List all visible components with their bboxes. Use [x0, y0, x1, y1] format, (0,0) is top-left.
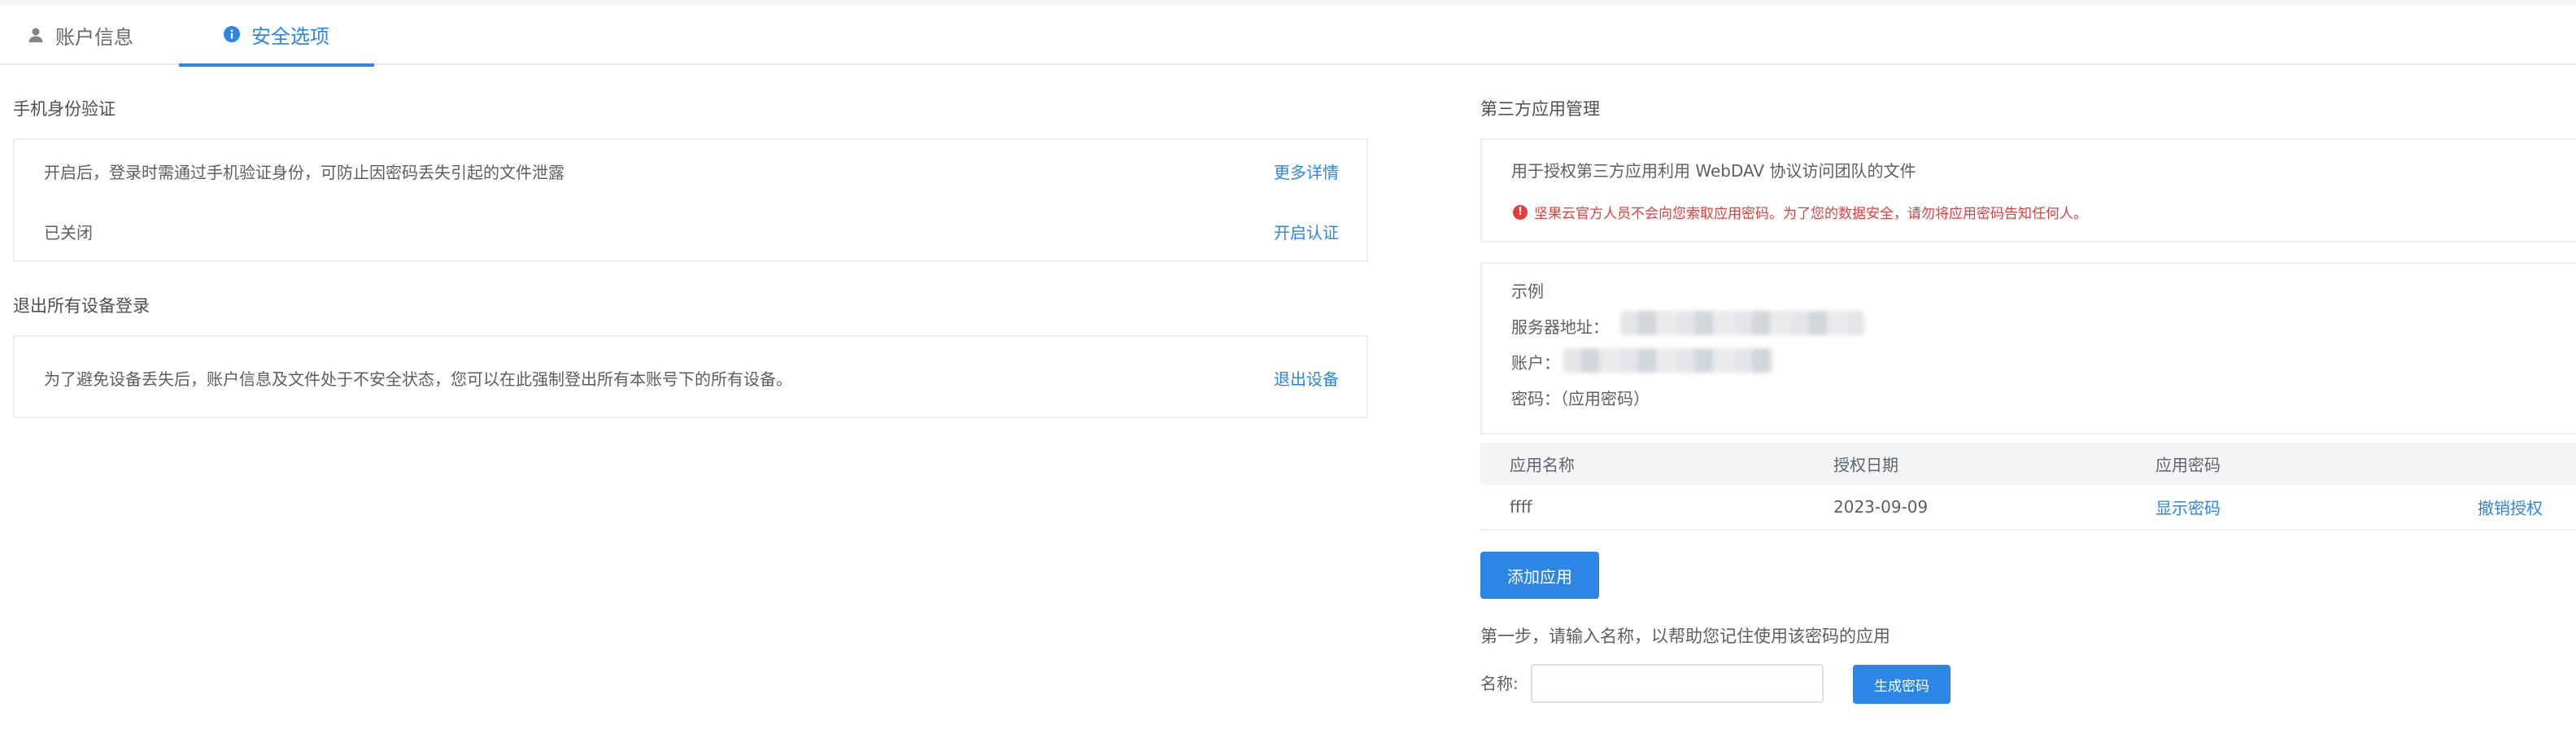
tab-security-label: 安全选项: [251, 24, 329, 48]
third-party-description: 用于授权第三方应用利用 WebDAV 协议访问团队的文件: [1511, 161, 1916, 181]
logout-devices-link[interactable]: 退出设备: [1274, 366, 1339, 390]
logout-all-description: 为了避免设备丢失后，账户信息及文件处于不安全状态，您可以在此强制登出所有本账号下…: [44, 369, 792, 389]
server-address-redacted: [1620, 311, 1864, 335]
logout-all-card: 为了避免设备丢失后，账户信息及文件处于不安全状态，您可以在此强制登出所有本账号下…: [13, 335, 1368, 418]
add-app-button[interactable]: 添加应用: [1480, 552, 1599, 599]
warning-text: 坚果云官方人员不会向您索取应用密码。为了您的数据安全，请勿将应用密码告知任何人。: [1534, 206, 2087, 222]
name-label: 名称:: [1480, 674, 1519, 693]
tab-account-label: 账户信息: [55, 25, 133, 49]
account-label: 账户：: [1511, 353, 1560, 373]
more-details-link[interactable]: 更多详情: [1274, 159, 1339, 183]
example-card: 示例 服务器地址： 账户： 密码：（应用密码）: [1480, 262, 2576, 435]
enable-auth-link[interactable]: 开启认证: [1274, 220, 1339, 243]
app-name-cell: ffff: [1510, 497, 1532, 517]
server-address-label: 服务器地址：: [1511, 317, 1609, 337]
header-app-password: 应用密码: [2155, 455, 2221, 475]
password-label: 密码：（应用密码）: [1511, 389, 1650, 408]
info-icon: [224, 26, 240, 42]
example-title: 示例: [1511, 282, 1544, 301]
table-row: ffff 2023-09-09 显示密码 撤销授权: [1480, 485, 2576, 531]
third-party-info-card: 用于授权第三方应用利用 WebDAV 协议访问团队的文件 ! 坚果云官方人员不会…: [1480, 138, 2576, 242]
alert-circle-icon: !: [1513, 204, 1528, 220]
phone-auth-status: 已关闭: [44, 223, 93, 242]
auth-date-cell: 2023-09-09: [1833, 497, 1929, 517]
account-redacted: [1563, 348, 1773, 373]
tab-account-info[interactable]: 账户信息: [15, 5, 146, 65]
header-app-name: 应用名称: [1510, 455, 1575, 475]
generate-password-button[interactable]: 生成密码: [1853, 665, 1951, 704]
phone-auth-card: 开启后，登录时需通过手机验证身份，可防止因密码丢失引起的文件泄露 更多详情 已关…: [13, 138, 1368, 262]
tab-bar: 账户信息 安全选项: [0, 5, 2576, 67]
app-name-input[interactable]: [1531, 664, 1824, 703]
logout-all-title: 退出所有设备登录: [13, 296, 150, 316]
phone-auth-description: 开启后，登录时需通过手机验证身份，可防止因密码丢失引起的文件泄露: [44, 163, 564, 182]
user-icon: [28, 27, 44, 43]
tab-security-options[interactable]: 安全选项: [179, 5, 374, 67]
third-party-title: 第三方应用管理: [1480, 99, 1600, 119]
warning-message: ! 坚果云官方人员不会向您索取应用密码。为了您的数据安全，请勿将应用密码告知任何…: [1513, 202, 2087, 222]
show-password-link[interactable]: 显示密码: [2155, 496, 2221, 519]
apps-table-header: 应用名称 授权日期 应用密码: [1480, 443, 2576, 485]
revoke-auth-link[interactable]: 撤销授权: [2478, 496, 2543, 519]
header-auth-date: 授权日期: [1833, 455, 1898, 475]
step-instruction: 第一步，请输入名称，以帮助您记住使用该密码的应用: [1480, 627, 1890, 646]
phone-auth-title: 手机身份验证: [13, 99, 116, 119]
